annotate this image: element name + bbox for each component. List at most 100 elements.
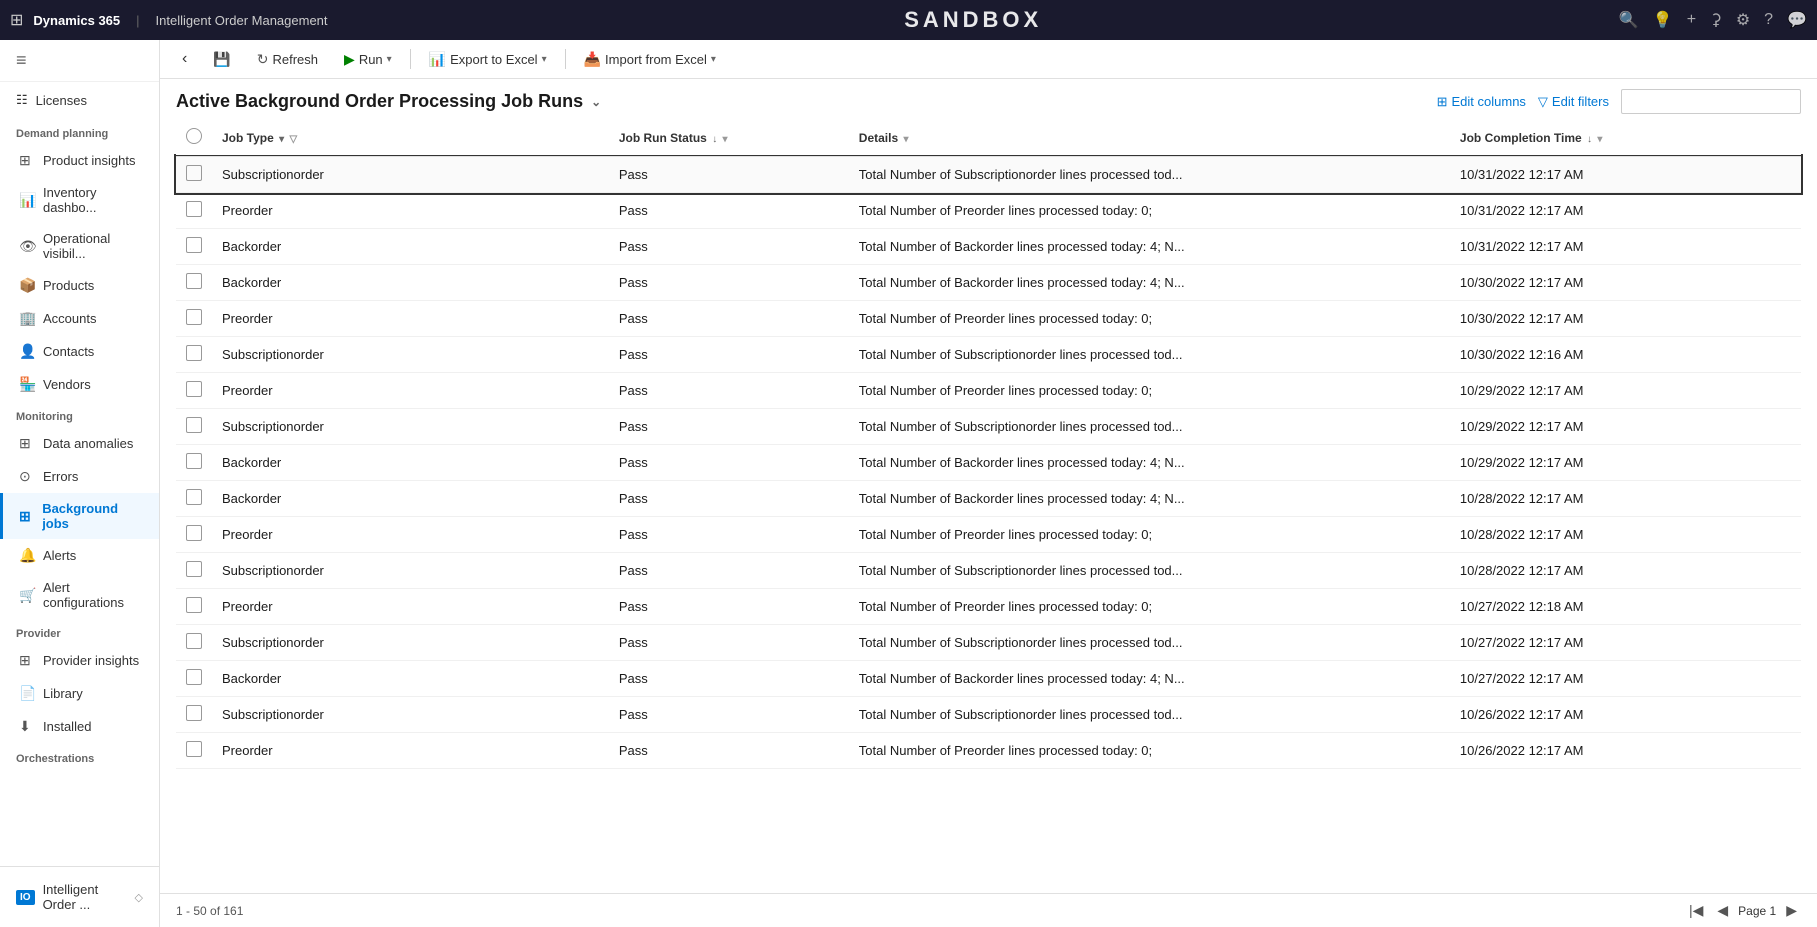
status-sort-icon[interactable]: ↓	[712, 134, 717, 145]
row-checkbox-cell[interactable]	[176, 733, 212, 769]
search-icon[interactable]: 🔍	[1619, 10, 1639, 30]
job-type-filter-icon[interactable]: ▽	[290, 134, 298, 145]
table-row[interactable]: Subscriptionorder Pass Total Number of S…	[176, 697, 1801, 733]
row-checkbox-cell[interactable]	[176, 661, 212, 697]
table-row[interactable]: Preorder Pass Total Number of Preorder l…	[176, 301, 1801, 337]
sidebar-item-contacts[interactable]: 👤 Contacts	[0, 335, 159, 368]
row-checkbox[interactable]	[186, 273, 202, 289]
settings-icon[interactable]: ⚙	[1736, 10, 1750, 30]
export-button[interactable]: 📊 Export to Excel ▾	[419, 47, 557, 72]
row-checkbox-cell[interactable]	[176, 697, 212, 733]
row-checkbox[interactable]	[186, 597, 202, 613]
row-checkbox-cell[interactable]	[176, 517, 212, 553]
row-checkbox-cell[interactable]	[176, 373, 212, 409]
table-row[interactable]: Subscriptionorder Pass Total Number of S…	[176, 553, 1801, 589]
row-checkbox[interactable]	[186, 741, 202, 757]
table-row[interactable]: Preorder Pass Total Number of Preorder l…	[176, 589, 1801, 625]
row-checkbox-cell[interactable]	[176, 445, 212, 481]
table-row[interactable]: Preorder Pass Total Number of Preorder l…	[176, 193, 1801, 229]
table-row[interactable]: Subscriptionorder Pass Total Number of S…	[176, 156, 1801, 193]
row-checkbox-cell[interactable]	[176, 229, 212, 265]
table-row[interactable]: Backorder Pass Total Number of Backorder…	[176, 445, 1801, 481]
lightbulb-icon[interactable]: 💡	[1653, 10, 1673, 30]
row-checkbox-cell[interactable]	[176, 156, 212, 193]
sidebar-bottom-item[interactable]: IO Intelligent Order ... ◇	[0, 875, 159, 919]
chat-icon[interactable]: 💬	[1787, 10, 1807, 30]
page-next-button[interactable]: ▶	[1782, 900, 1801, 921]
sidebar-item-inventory-dashboard[interactable]: 📊 Inventory dashbo...	[0, 177, 159, 223]
row-checkbox-cell[interactable]	[176, 409, 212, 445]
sidebar-item-installed[interactable]: ⬇ Installed	[0, 710, 159, 743]
table-row[interactable]: Backorder Pass Total Number of Backorder…	[176, 481, 1801, 517]
table-row[interactable]: Backorder Pass Total Number of Backorder…	[176, 229, 1801, 265]
row-checkbox-cell[interactable]	[176, 625, 212, 661]
row-checkbox[interactable]	[186, 237, 202, 253]
table-row[interactable]: Subscriptionorder Pass Total Number of S…	[176, 337, 1801, 373]
row-checkbox[interactable]	[186, 633, 202, 649]
edit-columns-button[interactable]: ⊞ Edit columns	[1437, 94, 1526, 110]
row-checkbox-cell[interactable]	[176, 589, 212, 625]
help-icon[interactable]: ?	[1764, 11, 1773, 29]
header-completion-time[interactable]: Job Completion Time ↓ ▾	[1450, 120, 1801, 156]
row-checkbox[interactable]	[186, 201, 202, 217]
row-checkbox[interactable]	[186, 165, 202, 181]
header-details[interactable]: Details ▾	[849, 120, 1450, 156]
row-checkbox[interactable]	[186, 309, 202, 325]
table-row[interactable]: Preorder Pass Total Number of Preorder l…	[176, 733, 1801, 769]
header-job-run-status[interactable]: Job Run Status ↓ ▾	[609, 120, 849, 156]
row-checkbox[interactable]	[186, 489, 202, 505]
time-sort-icon[interactable]: ↓	[1587, 134, 1592, 145]
row-checkbox-cell[interactable]	[176, 553, 212, 589]
table-row[interactable]: Subscriptionorder Pass Total Number of S…	[176, 625, 1801, 661]
table-row[interactable]: Subscriptionorder Pass Total Number of S…	[176, 409, 1801, 445]
table-row[interactable]: Backorder Pass Total Number of Backorder…	[176, 661, 1801, 697]
row-checkbox[interactable]	[186, 525, 202, 541]
import-button[interactable]: 📥 Import from Excel ▾	[574, 47, 726, 72]
row-checkbox-cell[interactable]	[176, 337, 212, 373]
sidebar-item-alerts[interactable]: 🔔 Alerts	[0, 539, 159, 572]
table-row[interactable]: Preorder Pass Total Number of Preorder l…	[176, 373, 1801, 409]
sidebar-item-operational-visibility[interactable]: 👁 Operational visibil...	[0, 223, 159, 269]
waffle-icon[interactable]: ⊞	[10, 10, 23, 30]
edit-filters-button[interactable]: ▽ Edit filters	[1538, 94, 1609, 110]
header-job-type[interactable]: Job Type ▾ ▽	[212, 120, 609, 156]
sidebar-item-product-insights[interactable]: ⊞ Product insights	[0, 144, 159, 177]
back-button[interactable]: ‹	[172, 46, 197, 72]
sidebar-item-vendors[interactable]: 🏪 Vendors	[0, 368, 159, 401]
sidebar-item-licenses[interactable]: ☷ Licenses	[0, 82, 159, 118]
title-chevron[interactable]: ⌄	[591, 95, 601, 109]
row-checkbox[interactable]	[186, 381, 202, 397]
row-checkbox[interactable]	[186, 705, 202, 721]
select-all-checkbox[interactable]	[186, 128, 202, 144]
row-checkbox[interactable]	[186, 345, 202, 361]
table-row[interactable]: Backorder Pass Total Number of Backorder…	[176, 265, 1801, 301]
sidebar-item-alert-configurations[interactable]: 🛒 Alert configurations	[0, 572, 159, 618]
details-filter-icon[interactable]: ▾	[903, 134, 908, 145]
sidebar-toggle[interactable]: ≡	[0, 40, 159, 82]
header-checkbox[interactable]	[176, 120, 212, 156]
sidebar-item-data-anomalies[interactable]: ⊞ Data anomalies	[0, 427, 159, 460]
table-row[interactable]: Preorder Pass Total Number of Preorder l…	[176, 517, 1801, 553]
row-checkbox-cell[interactable]	[176, 265, 212, 301]
row-checkbox[interactable]	[186, 417, 202, 433]
row-checkbox-cell[interactable]	[176, 481, 212, 517]
sidebar-item-accounts[interactable]: 🏢 Accounts	[0, 302, 159, 335]
row-checkbox[interactable]	[186, 453, 202, 469]
sidebar-item-library[interactable]: 📄 Library	[0, 677, 159, 710]
row-checkbox[interactable]	[186, 561, 202, 577]
page-prev-button[interactable]: ◀	[1713, 900, 1732, 921]
sidebar-item-background-jobs[interactable]: ⊞ Background jobs	[0, 493, 159, 539]
row-checkbox-cell[interactable]	[176, 193, 212, 229]
save-button[interactable]: 💾	[203, 47, 240, 72]
job-type-sort-icon[interactable]: ▾	[279, 134, 284, 145]
row-checkbox[interactable]	[186, 669, 202, 685]
sidebar-item-errors[interactable]: ⊙ Errors	[0, 460, 159, 493]
sidebar-item-provider-insights[interactable]: ⊞ Provider insights	[0, 644, 159, 677]
sidebar-item-products[interactable]: 📦 Products	[0, 269, 159, 302]
plus-icon[interactable]: +	[1687, 11, 1696, 29]
funnel-icon[interactable]: ⚳	[1710, 10, 1722, 30]
page-first-button[interactable]: |◀	[1685, 900, 1707, 921]
row-checkbox-cell[interactable]	[176, 301, 212, 337]
run-button[interactable]: ▶ Run ▾	[334, 47, 402, 72]
refresh-button[interactable]: ↻ Refresh	[247, 47, 328, 72]
